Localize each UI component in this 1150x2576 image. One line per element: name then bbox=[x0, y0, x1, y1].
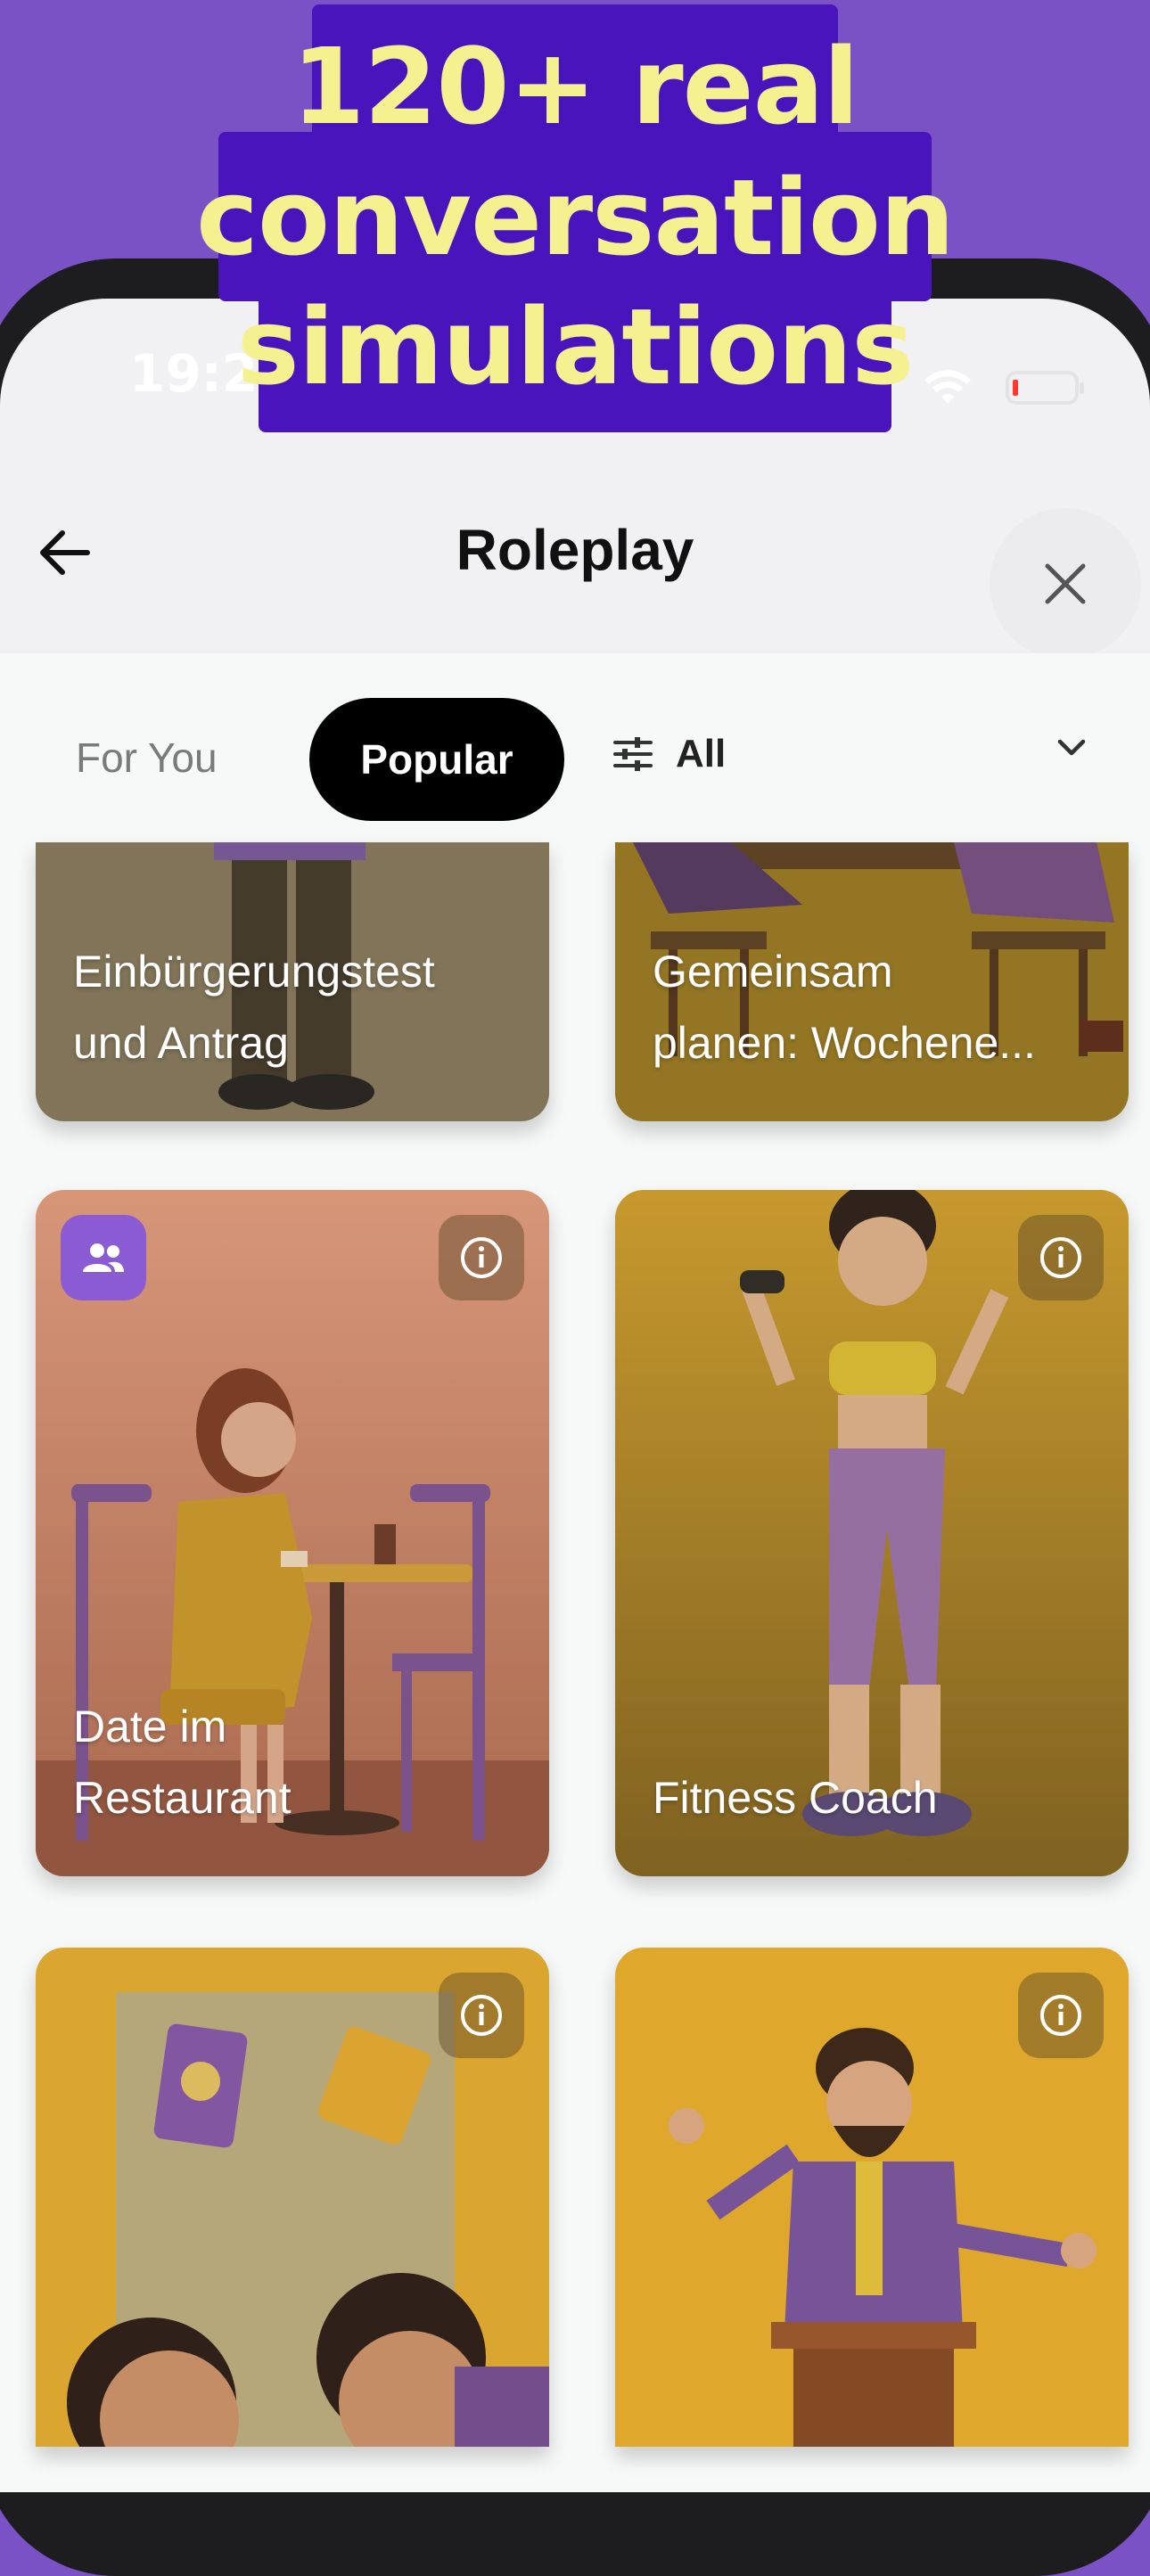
roleplay-card-einbuergerungstest[interactable]: Einbürgerungstest und Antrag bbox=[36, 842, 549, 1121]
app-screen: 19:25 Roleplay For You Popular All Einbü… bbox=[0, 299, 1150, 2492]
info-icon bbox=[461, 1995, 502, 2036]
group-icon bbox=[83, 1243, 124, 1272]
close-button[interactable] bbox=[990, 508, 1141, 660]
roleplay-card-fitness-coach[interactable]: Fitness Coach bbox=[615, 1190, 1129, 1876]
filter-label: All bbox=[676, 732, 727, 775]
card-title: Fitness Coach bbox=[653, 1773, 938, 1823]
headline-line-2: conversation bbox=[196, 156, 955, 279]
info-icon bbox=[461, 1237, 502, 1278]
roleplay-content: For You Popular All Einbürgerungstest un… bbox=[0, 653, 1150, 2492]
tab-popular[interactable]: Popular bbox=[309, 698, 564, 821]
info-button[interactable] bbox=[439, 1973, 524, 2058]
page-title: Roleplay bbox=[456, 518, 694, 582]
roleplay-card-public-speech[interactable] bbox=[615, 1948, 1129, 2447]
headline-line-3: simulations bbox=[236, 285, 915, 408]
info-button[interactable] bbox=[1018, 1215, 1104, 1300]
headline-line-1: 120+ real bbox=[292, 25, 859, 148]
sliders-icon bbox=[613, 737, 653, 771]
tab-bar: For You Popular All bbox=[0, 698, 1150, 823]
chevron-down-icon[interactable] bbox=[1056, 738, 1087, 758]
group-badge bbox=[61, 1215, 146, 1300]
close-icon bbox=[1045, 563, 1086, 604]
info-button[interactable] bbox=[439, 1215, 524, 1300]
roleplay-card-guessing-game[interactable] bbox=[36, 1948, 549, 2447]
tab-for-you[interactable]: For You bbox=[76, 734, 218, 782]
top-bar: Roleplay bbox=[0, 464, 1150, 660]
card-title: Gemeinsam planen: Wochene... bbox=[653, 947, 1036, 1068]
info-button[interactable] bbox=[1018, 1973, 1104, 2058]
roleplay-card-date-im-restaurant[interactable]: Date im Restaurant bbox=[36, 1190, 549, 1876]
promo-headline: 120+ real conversation simulations bbox=[0, 0, 1150, 446]
roleplay-card-gemeinsam-planen[interactable]: Gemeinsam planen: Wochene... bbox=[615, 842, 1129, 1121]
info-icon bbox=[1040, 1237, 1081, 1278]
info-icon bbox=[1040, 1995, 1081, 2036]
card-title: Date im Restaurant bbox=[73, 1702, 292, 1823]
card-title: Einbürgerungstest und Antrag bbox=[73, 947, 435, 1068]
filter-dropdown[interactable]: All bbox=[613, 732, 726, 776]
